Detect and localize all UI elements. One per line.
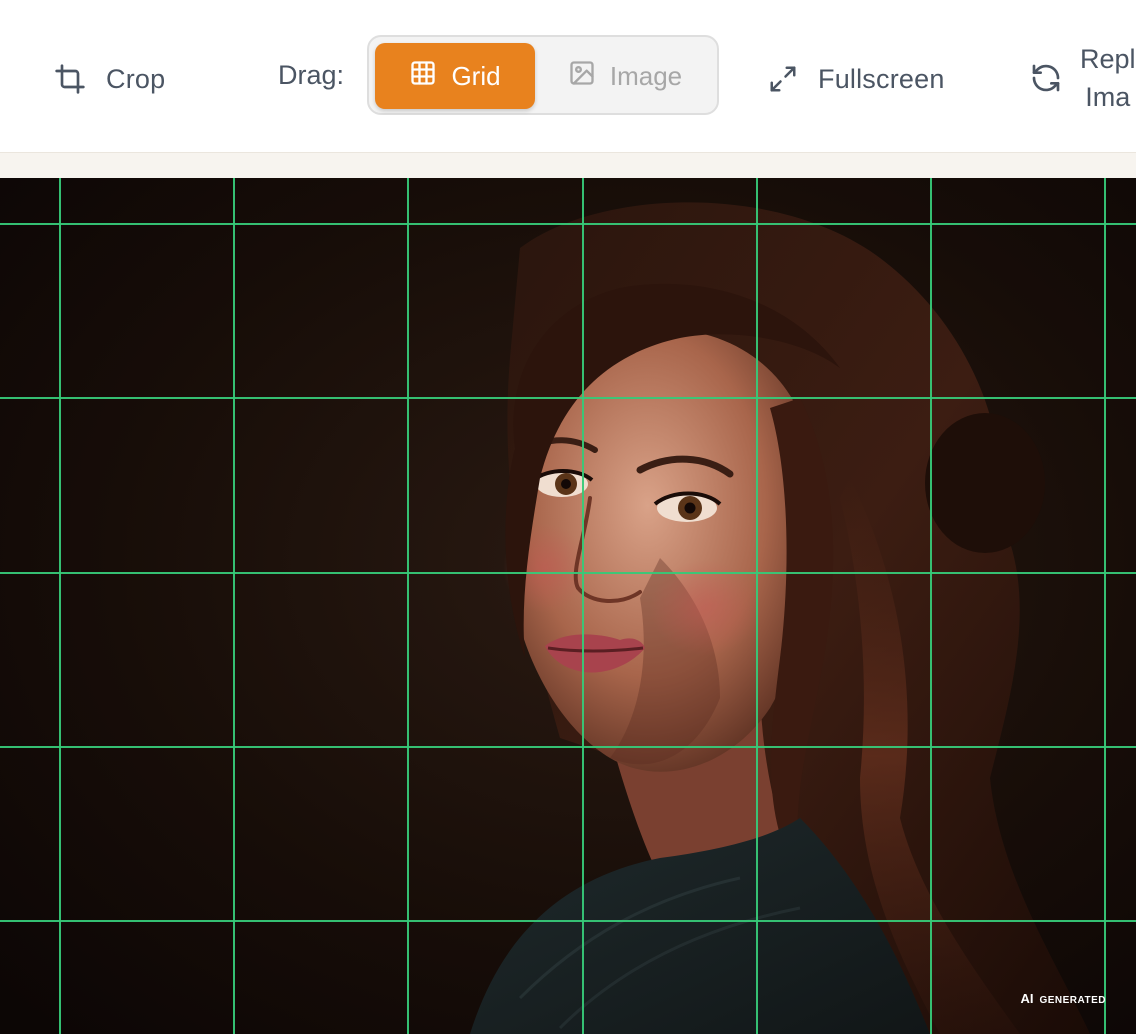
crop-label: Crop	[106, 63, 166, 94]
replace-image-button[interactable]: Repl Ima	[1030, 38, 1136, 118]
portrait-photo	[0, 178, 1136, 1034]
toolbar-divider	[0, 152, 1136, 178]
drag-grid-button[interactable]: Grid	[375, 43, 535, 109]
ai-badge-mark: AI	[1020, 991, 1034, 1006]
drag-mode-toggle: Grid Image	[367, 35, 719, 115]
refresh-icon	[1030, 62, 1062, 94]
ai-generated-badge: AI GENERATED	[1020, 991, 1106, 1006]
expand-icon	[768, 64, 798, 94]
editor-toolbar: Crop Drag: Grid Image Fullscreen Repl Im…	[0, 0, 1136, 152]
fullscreen-label: Fullscreen	[818, 63, 945, 94]
ai-badge-text: GENERATED	[1039, 995, 1106, 1006]
crop-icon	[54, 63, 86, 95]
replace-label: Repl Ima	[1080, 40, 1136, 116]
drag-image-label: Image	[609, 60, 683, 91]
grid-icon	[409, 59, 437, 94]
fullscreen-button[interactable]: Fullscreen	[768, 58, 945, 100]
drag-grid-label: Grid	[451, 60, 501, 91]
drag-image-button[interactable]: Image	[541, 43, 709, 109]
replace-label-line1: Repl	[1080, 44, 1136, 74]
replace-label-line2: Ima	[1085, 82, 1131, 112]
image-canvas[interactable]: AI GENERATED	[0, 178, 1136, 1034]
drag-mode-label: Drag:	[278, 60, 345, 90]
crop-button[interactable]: Crop	[54, 58, 165, 100]
image-icon	[568, 59, 596, 94]
